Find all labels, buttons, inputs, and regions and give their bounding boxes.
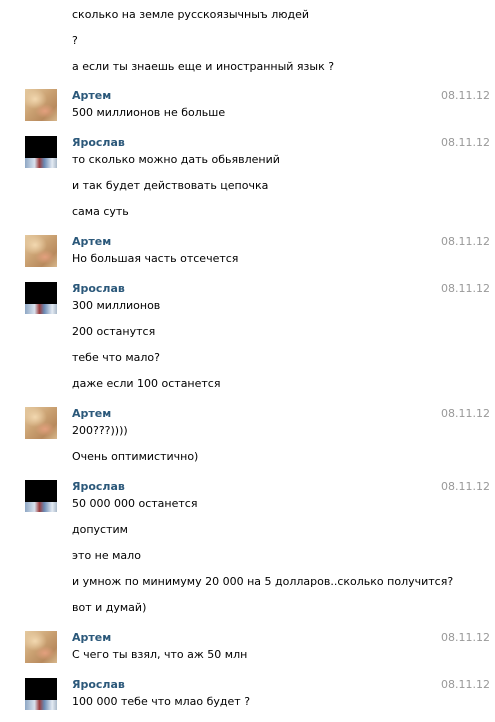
message-date[interactable]: 08.11.12: [441, 235, 490, 249]
author-name[interactable]: Ярослав: [72, 282, 125, 296]
avatar-photo: [25, 304, 57, 314]
message-date[interactable]: 08.11.12: [441, 407, 490, 421]
avatar-photo: [25, 158, 57, 168]
message-text: и умнож по минимуму 20 000 на 5 долларов…: [72, 575, 454, 588]
message-text: Но большая часть отсечется: [72, 252, 239, 265]
message-text: 200???)))): [72, 424, 128, 437]
author-name[interactable]: Артем: [72, 89, 111, 103]
message-date[interactable]: 08.11.12: [441, 631, 490, 645]
message-text: то сколько можно дать обьявлений: [72, 153, 280, 166]
message-text: сама суть: [72, 205, 129, 218]
message-text: 500 миллионов не больше: [72, 106, 226, 119]
message-text: 50 000 000 останется: [72, 497, 198, 510]
message-date[interactable]: 08.11.12: [441, 136, 490, 150]
message-text: сколько на земле русскоязычныъ людей: [72, 8, 310, 21]
message-text: Очень оптимистично): [72, 450, 199, 463]
message-text: тебе что мало?: [72, 351, 160, 364]
avatar[interactable]: [25, 678, 57, 710]
avatar[interactable]: [25, 631, 57, 663]
avatar[interactable]: [25, 136, 57, 168]
message-text: даже если 100 останется: [72, 377, 221, 390]
author-name[interactable]: Артем: [72, 407, 111, 421]
message-history: сколько на земле русскоязычныъ людей ? а…: [0, 0, 495, 722]
message-text: и так будет действовать цепочка: [72, 179, 269, 192]
message-text: допустим: [72, 523, 128, 536]
avatar[interactable]: [25, 282, 57, 314]
message-text: 300 миллионов: [72, 299, 161, 312]
author-name[interactable]: Ярослав: [72, 678, 125, 692]
author-name[interactable]: Ярослав: [72, 136, 125, 150]
message-text: ?: [72, 34, 78, 47]
message-text: 100 000 тебе что млао будет ?: [72, 695, 251, 708]
author-name[interactable]: Артем: [72, 631, 111, 645]
avatar[interactable]: [25, 89, 57, 121]
author-name[interactable]: Артем: [72, 235, 111, 249]
message-text: вот и думай): [72, 601, 147, 614]
avatar-photo: [25, 502, 57, 512]
message-date[interactable]: 08.11.12: [441, 480, 490, 494]
message-date[interactable]: 08.11.12: [441, 282, 490, 296]
avatar[interactable]: [25, 407, 57, 439]
avatar-photo: [25, 700, 57, 710]
message-date[interactable]: 08.11.12: [441, 678, 490, 692]
avatar[interactable]: [25, 480, 57, 512]
message-text: 200 останутся: [72, 325, 156, 338]
message-text: а если ты знаешь еще и иностранный язык …: [72, 60, 335, 73]
message-date[interactable]: 08.11.12: [441, 89, 490, 103]
message-text: это не мало: [72, 549, 141, 562]
message-text: С чего ты взял, что аж 50 млн: [72, 648, 248, 661]
avatar[interactable]: [25, 235, 57, 267]
author-name[interactable]: Ярослав: [72, 480, 125, 494]
